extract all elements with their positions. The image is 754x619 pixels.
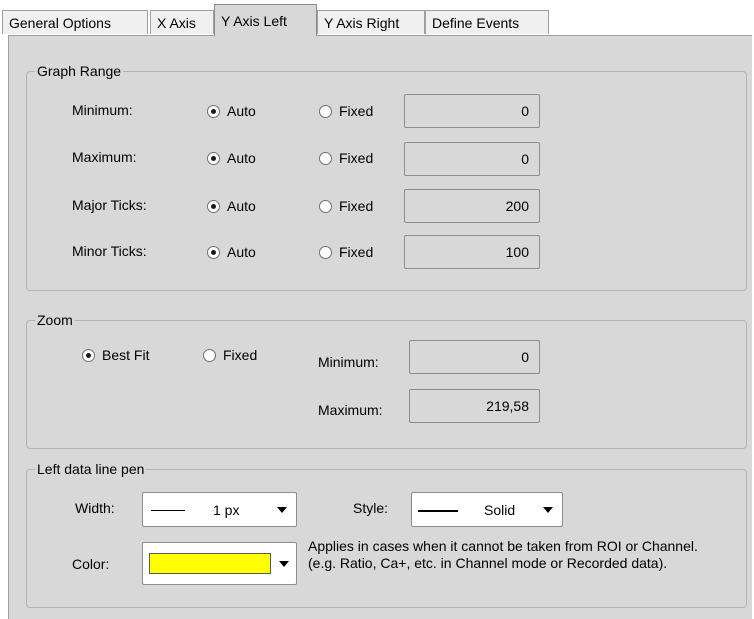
tab-define-events[interactable]: Define Events [425, 10, 549, 34]
radio-unselected-icon [319, 104, 332, 118]
zoom-title: Zoom [37, 312, 73, 328]
chevron-down-icon [277, 506, 287, 513]
zoom-minimum-field[interactable]: 0 [409, 340, 540, 374]
tab-panel: Graph Range Minimum: Auto Fixed 0 Maximu… [8, 35, 752, 619]
maximum-fixed-radio[interactable]: Fixed [319, 150, 373, 166]
maximum-auto-radio[interactable]: Auto [207, 150, 256, 166]
tab-y-axis-right[interactable]: Y Axis Right [317, 10, 425, 34]
minimum-fixed-radio[interactable]: Fixed [319, 103, 373, 119]
zoom-minimum-label: Minimum: [318, 354, 379, 370]
pen-color-label: Color: [72, 556, 110, 572]
minor-ticks-auto-radio[interactable]: Auto [207, 244, 256, 260]
zoom-maximum-field[interactable]: 219,58 [409, 389, 540, 423]
minor-ticks-label: Minor Ticks: [72, 243, 147, 259]
major-ticks-auto-radio[interactable]: Auto [207, 198, 256, 214]
minor-ticks-fixed-radio[interactable]: Fixed [319, 244, 373, 260]
radio-selected-icon [207, 151, 220, 165]
pen-width-label: Width: [75, 500, 115, 516]
zoom-best-fit-radio[interactable]: Best Fit [82, 347, 149, 363]
maximum-fixed-label: Fixed [339, 150, 374, 166]
minimum-auto-radio[interactable]: Auto [207, 103, 256, 119]
major-ticks-label: Major Ticks: [72, 197, 147, 213]
pen-width-value: 1 px [213, 501, 240, 518]
color-swatch [149, 553, 271, 574]
minor-ticks-fixed-label: Fixed [339, 244, 374, 260]
chevron-down-icon [543, 506, 553, 513]
graph-range-title: Graph Range [37, 63, 122, 79]
minimum-fixed-label: Fixed [339, 103, 374, 119]
radio-selected-icon [82, 348, 95, 362]
major-ticks-fixed-radio[interactable]: Fixed [319, 198, 373, 214]
zoom-fixed-radio[interactable]: Fixed [203, 347, 257, 363]
pen-group: Left data line pen [26, 461, 747, 608]
minimum-value-field[interactable]: 0 [404, 94, 540, 128]
major-ticks-value-field[interactable]: 200 [404, 189, 540, 223]
maximum-auto-label: Auto [227, 150, 256, 166]
radio-unselected-icon [319, 199, 332, 213]
radio-unselected-icon [319, 245, 332, 259]
radio-selected-icon [207, 104, 220, 118]
maximum-value-field[interactable]: 0 [404, 142, 540, 176]
pen-style-label: Style: [353, 500, 389, 516]
tab-x-axis[interactable]: X Axis [150, 10, 214, 34]
radio-unselected-icon [203, 348, 216, 362]
pen-style-value: Solid [484, 501, 516, 518]
zoom-group: Zoom [26, 312, 747, 449]
pen-title: Left data line pen [37, 461, 145, 477]
tab-strip: General Options X Axis Y Axis Left Y Axi… [0, 0, 754, 36]
line-sample-icon [151, 509, 185, 511]
tab-general-options[interactable]: General Options [2, 10, 148, 34]
maximum-label: Maximum: [72, 149, 137, 165]
zoom-fixed-label: Fixed [223, 347, 258, 363]
major-ticks-fixed-label: Fixed [339, 198, 374, 214]
pen-color-dropdown[interactable] [142, 542, 297, 585]
minimum-label: Minimum: [72, 102, 133, 118]
minor-ticks-auto-label: Auto [227, 244, 256, 260]
line-style-solid-icon [418, 509, 458, 512]
pen-note: Applies in cases when it cannot be taken… [308, 538, 698, 571]
minor-ticks-value-field[interactable]: 100 [404, 235, 540, 269]
radio-unselected-icon [319, 151, 332, 165]
chevron-down-icon [279, 560, 289, 567]
zoom-best-fit-label: Best Fit [102, 347, 150, 363]
minimum-auto-label: Auto [227, 103, 256, 119]
radio-selected-icon [207, 245, 220, 259]
tab-y-axis-left[interactable]: Y Axis Left [214, 4, 317, 36]
zoom-maximum-label: Maximum: [318, 402, 383, 418]
pen-width-dropdown[interactable]: 1 px [142, 492, 297, 527]
major-ticks-auto-label: Auto [227, 198, 256, 214]
radio-selected-icon [207, 199, 220, 213]
pen-style-dropdown[interactable]: Solid [411, 492, 563, 527]
